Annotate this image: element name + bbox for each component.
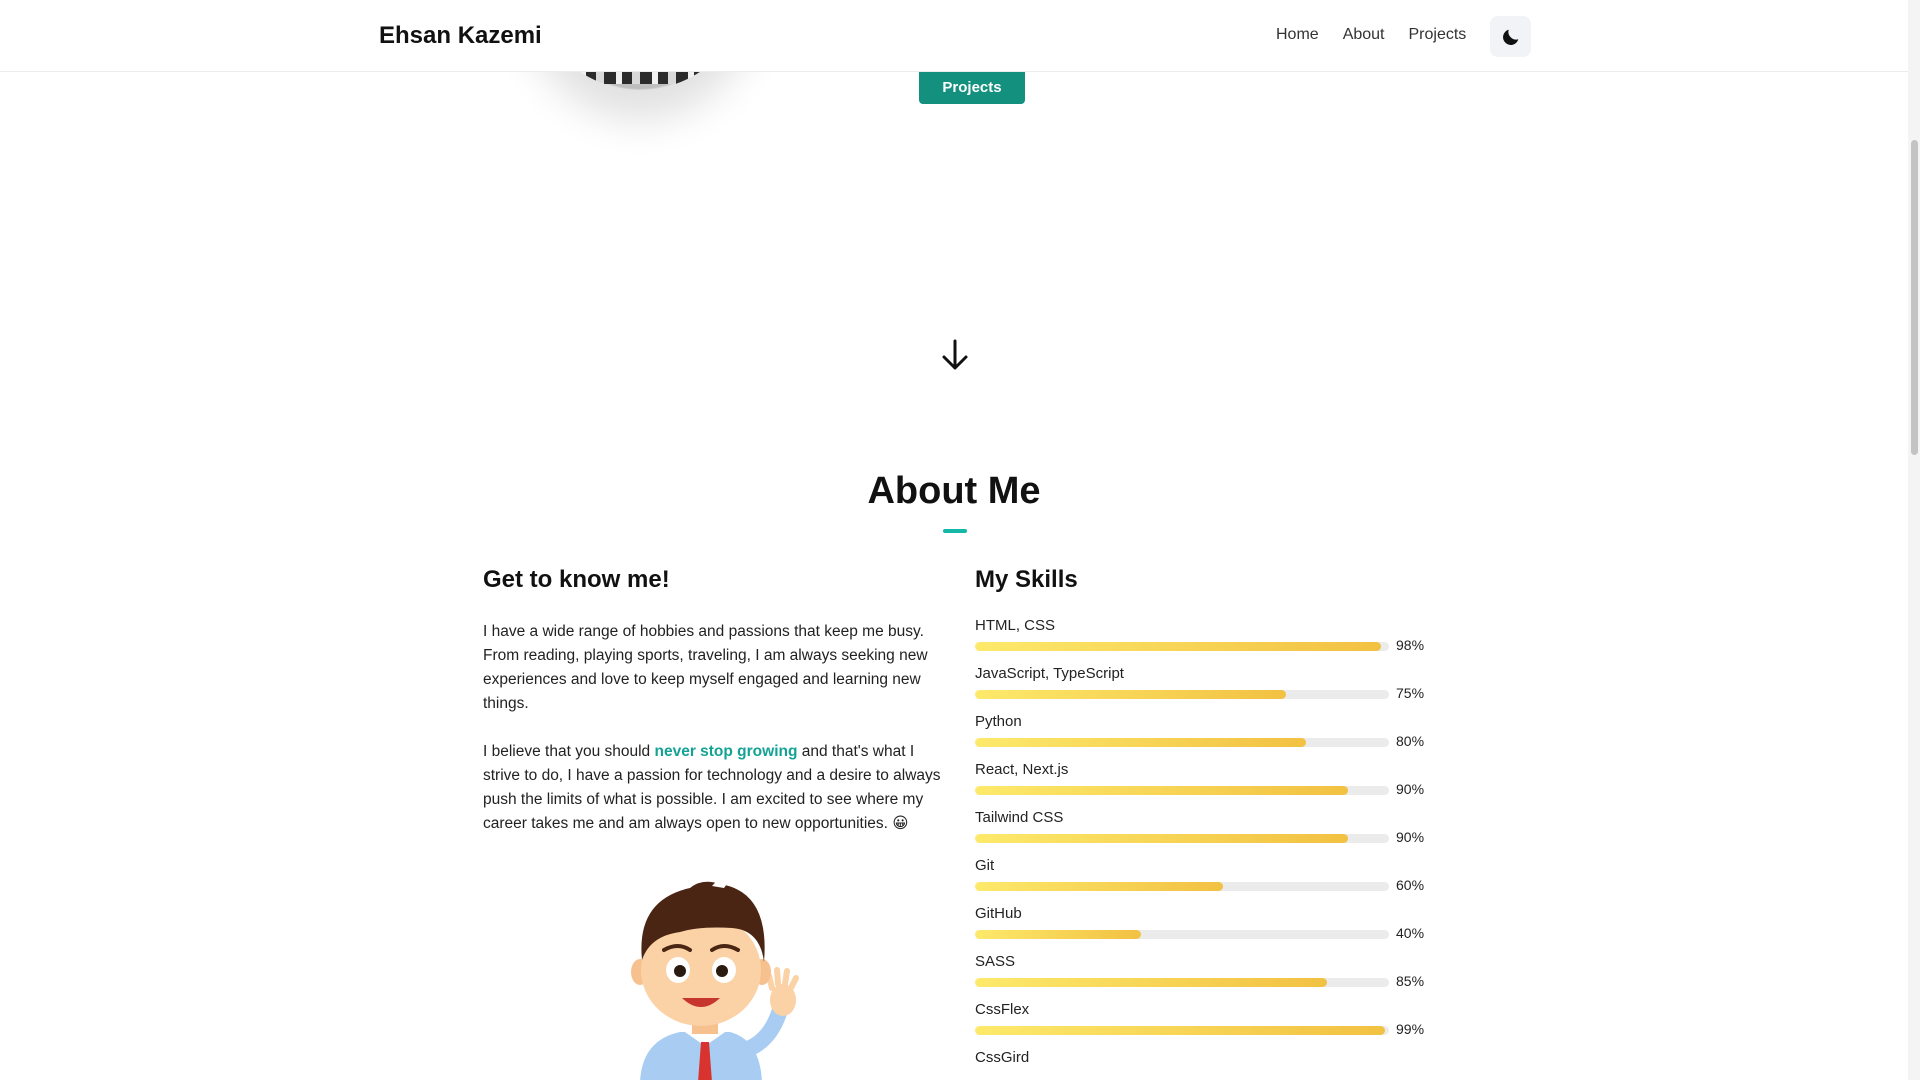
brand-name[interactable]: Ehsan Kazemi <box>379 22 542 50</box>
skill-percent: 90% <box>1396 781 1425 797</box>
skill-percent: 60% <box>1396 877 1425 893</box>
skill-percent: 75% <box>1396 685 1425 701</box>
skill-progress-fill <box>975 738 1307 747</box>
skill-percent: 85% <box>1396 973 1425 989</box>
nav-links: Home About Projects <box>1276 26 1466 44</box>
waving-cartoon-illustration <box>631 874 799 1080</box>
moon-icon <box>1502 29 1518 45</box>
skills-list: HTML, CSS 98% JavaScript, TypeScript 75% Pyt… <box>975 616 1435 1080</box>
nav-link-about[interactable]: About <box>1343 26 1385 44</box>
skill-progress-bar <box>975 642 1389 651</box>
skill-progress-fill <box>975 978 1327 987</box>
skill-name: Git <box>975 857 995 874</box>
skill-progress-fill <box>975 1026 1385 1035</box>
scrollbar-thumb[interactable] <box>1911 140 1918 455</box>
skill-progress-fill <box>975 786 1348 795</box>
skill-row: CssFlex 99% <box>975 1000 1435 1048</box>
skill-progress-bar <box>975 978 1389 987</box>
page-scrollbar[interactable] <box>1908 0 1920 1080</box>
skill-name: React, Next.js <box>975 761 1069 778</box>
skill-progress-fill <box>975 882 1224 891</box>
skill-progress-bar <box>975 1026 1389 1035</box>
theme-toggle-button[interactable] <box>1490 16 1531 57</box>
skill-row: Git 60% <box>975 856 1435 904</box>
skills-section: My Skills HTML, CSS 98% JavaScript, TypeSc… <box>975 566 1435 1080</box>
skill-percent: 99% <box>1396 1021 1425 1037</box>
arrow-down-icon[interactable] <box>940 338 970 372</box>
skill-progress-bar <box>975 882 1389 891</box>
skill-name: Tailwind CSS <box>975 809 1064 826</box>
skill-row: Tailwind CSS 90% <box>975 808 1435 856</box>
skill-progress-bar <box>975 834 1389 843</box>
skill-name: GitHub <box>975 905 1022 922</box>
skill-row: CssGird <box>975 1048 1435 1080</box>
skill-name: JavaScript, TypeScript <box>975 665 1124 682</box>
nav-link-projects[interactable]: Projects <box>1409 26 1467 44</box>
intro-heading: Get to know me! <box>483 566 670 593</box>
skill-name: HTML, CSS <box>975 617 1056 634</box>
skill-row: HTML, CSS 98% <box>975 616 1435 664</box>
nav-link-home[interactable]: Home <box>1276 26 1319 44</box>
skill-progress-bar <box>975 690 1389 699</box>
skill-progress-fill <box>975 930 1141 939</box>
skill-percent: 80% <box>1396 733 1425 749</box>
skill-row: GitHub 40% <box>975 904 1435 952</box>
skill-row: JavaScript, TypeScript 75% <box>975 664 1435 712</box>
skill-progress-fill <box>975 834 1348 843</box>
skill-name: CssFlex <box>975 1001 1030 1018</box>
intro-paragraph-2: I believe that you should never stop gro… <box>483 743 941 832</box>
skill-percent: 90% <box>1396 829 1425 845</box>
skill-progress-bar <box>975 930 1389 939</box>
skill-progress-bar <box>975 786 1389 795</box>
skill-row: SASS 85% <box>975 952 1435 1000</box>
skill-name: CssGird <box>975 1049 1030 1066</box>
page: Projects Ehsan Kazemi Home About Project… <box>0 0 1920 1080</box>
skill-row: React, Next.js 90% <box>975 760 1435 808</box>
skill-name: Python <box>975 713 1022 730</box>
highlight-text: never stop growing <box>654 743 798 760</box>
skill-percent: 98% <box>1396 637 1425 653</box>
skill-progress-bar <box>975 738 1389 747</box>
intro-paragraph-1: I have a wide range of hobbies and passi… <box>483 623 928 712</box>
skills-heading: My Skills <box>975 566 1078 593</box>
title-underline <box>943 529 967 533</box>
about-section-title: About Me <box>867 470 1041 512</box>
about-intro: Get to know me! I have a wide range of h… <box>483 566 943 836</box>
skill-percent: 40% <box>1396 925 1425 941</box>
skill-progress-fill <box>975 642 1381 651</box>
skill-row: Python 80% <box>975 712 1435 760</box>
top-navbar: Ehsan Kazemi Home About Projects <box>0 0 1908 72</box>
skill-progress-fill <box>975 690 1286 699</box>
skill-name: SASS <box>975 953 1016 970</box>
